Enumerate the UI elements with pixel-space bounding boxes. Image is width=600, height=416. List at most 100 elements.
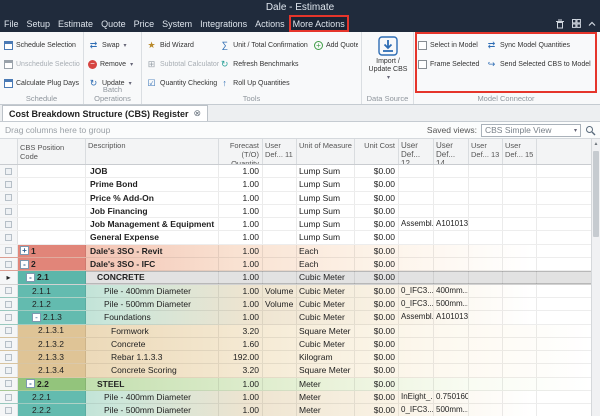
unit-cost-cell[interactable]: $0.00 [355,245,399,257]
user-def-12-cell[interactable] [399,258,434,270]
column-header-cost[interactable]: Unit Cost [355,139,399,164]
forecast-qty-cell[interactable]: 3.20 [219,364,263,376]
swap-button[interactable]: ⇄ Swap ▾ [88,36,138,55]
user-def-15-cell[interactable] [503,285,537,297]
user-def-14-cell[interactable] [434,378,469,390]
collapse-node-icon[interactable]: - [20,260,29,269]
add-quote-button[interactable]: + Add Quote [314,36,358,55]
unit-of-measure-cell[interactable]: Cubic Meter [297,298,355,310]
user-def-13-cell[interactable] [469,391,503,403]
tab-cbs-register[interactable]: Cost Breakdown Structure (CBS) Register … [2,105,208,121]
user-def-12-cell[interactable] [399,338,434,350]
unit-cost-cell[interactable]: $0.00 [355,218,399,230]
description-cell[interactable]: Price % Add-On [86,192,219,204]
description-cell[interactable]: Concrete Scoring [86,364,219,376]
unit-of-measure-cell[interactable]: Each [297,245,355,257]
collapse-node-icon[interactable]: - [26,379,35,388]
ribbon-tab-integrations[interactable]: Integrations [196,15,251,32]
user-def-12-cell[interactable] [399,245,434,257]
user-def-11-cell[interactable] [263,391,297,403]
sync-model-quantities-button[interactable]: ⇄ Sync Model Quantities [486,36,592,55]
scrollbar-thumb[interactable] [593,151,599,237]
user-def-12-cell[interactable] [399,205,434,217]
row-marker-cell[interactable] [0,338,18,350]
cbs-row-18[interactable]: 2.2.1Pile - 400mm Diameter1.00Meter$0.00… [0,391,591,404]
user-def-12-cell[interactable] [399,192,434,204]
forecast-qty-cell[interactable]: 1.00 [219,258,263,270]
unit-of-measure-cell[interactable]: Lump Sum [297,231,355,243]
user-def-15-cell[interactable] [503,192,537,204]
unit-cost-cell[interactable]: $0.00 [355,351,399,363]
user-def-11-cell[interactable] [263,231,297,243]
user-def-13-cell[interactable] [469,298,503,310]
user-def-12-cell[interactable] [399,325,434,337]
user-def-12-cell[interactable] [399,165,434,177]
user-def-14-cell[interactable]: 0.750160 [434,391,469,403]
user-def-15-cell[interactable] [503,205,537,217]
cbs-position-code-cell[interactable]: 2.1.3.2 [18,338,86,350]
column-header-uom[interactable]: Unit of Measure [297,139,355,164]
user-def-15-cell[interactable] [503,311,537,323]
user-def-15-cell[interactable] [503,378,537,390]
user-def-14-cell[interactable]: 500mm... [434,404,469,416]
user-def-11-cell[interactable] [263,351,297,363]
user-def-12-cell[interactable] [399,231,434,243]
user-def-13-cell[interactable] [469,165,503,177]
user-def-14-cell[interactable] [434,192,469,204]
search-icon[interactable] [585,125,596,136]
user-def-15-cell[interactable] [503,178,537,190]
description-cell[interactable]: Pile - 400mm Diameter [86,285,219,297]
row-marker-cell[interactable] [0,364,18,376]
ribbon-tab-system[interactable]: System [158,15,196,32]
column-header-qty[interactable]: Forecast (T/O) Quantity [219,139,263,164]
user-def-12-cell[interactable] [399,351,434,363]
user-def-13-cell[interactable] [469,271,503,283]
cbs-row-1[interactable]: JOB1.00Lump Sum$0.00 [0,165,591,178]
unit-of-measure-cell[interactable]: Kilogram [297,351,355,363]
select-in-model-checkbox[interactable]: Select in Model [418,36,486,55]
cbs-row-4[interactable]: Job Financing1.00Lump Sum$0.00 [0,205,591,218]
unit-cost-cell[interactable]: $0.00 [355,325,399,337]
cbs-position-code-cell[interactable] [18,231,86,243]
user-def-13-cell[interactable] [469,378,503,390]
user-def-14-cell[interactable] [434,178,469,190]
user-def-13-cell[interactable] [469,325,503,337]
user-def-12-cell[interactable]: InEight_... [399,391,434,403]
user-def-15-cell[interactable] [503,298,537,310]
send-selected-cbs-button[interactable]: ↪ Send Selected CBS to Model [486,55,592,74]
unit-of-measure-cell[interactable]: Cubic Meter [297,338,355,350]
user-def-15-cell[interactable] [503,404,537,416]
cbs-position-code-cell[interactable]: 2.2.2 [18,404,86,416]
refresh-benchmarks-button[interactable]: ↻ Refresh Benchmarks [219,55,314,74]
forecast-qty-cell[interactable]: 1.00 [219,205,263,217]
ribbon-tab-price[interactable]: Price [130,15,159,32]
cbs-row-5[interactable]: Job Management & Equipment1.00Lump Sum$0… [0,218,591,231]
description-cell[interactable]: Foundations [86,311,219,323]
unit-of-measure-cell[interactable]: Cubic Meter [297,271,355,283]
workspace-grid-icon[interactable] [572,19,581,28]
cbs-position-code-cell[interactable] [18,205,86,217]
user-def-14-cell[interactable] [434,245,469,257]
unit-of-measure-cell[interactable]: Lump Sum [297,178,355,190]
unit-of-measure-cell[interactable]: Cubic Meter [297,285,355,297]
collapse-node-icon[interactable]: - [32,313,41,322]
user-def-15-cell[interactable] [503,338,537,350]
description-cell[interactable]: Prime Bond [86,178,219,190]
row-marker-cell[interactable] [0,351,18,363]
user-def-15-cell[interactable] [503,391,537,403]
cbs-position-code-cell[interactable]: -2.2 [18,378,86,390]
unit-cost-cell[interactable]: $0.00 [355,231,399,243]
cbs-row-2[interactable]: Prime Bond1.00Lump Sum$0.00 [0,178,591,191]
forecast-qty-cell[interactable]: 1.00 [219,231,263,243]
user-def-14-cell[interactable] [434,205,469,217]
cbs-position-code-cell[interactable]: -2 [18,258,86,270]
description-cell[interactable]: General Expense [86,231,219,243]
unit-cost-cell[interactable]: $0.00 [355,178,399,190]
unit-cost-cell[interactable]: $0.00 [355,285,399,297]
cbs-row-7[interactable]: +1Dale's 3SO - Revit1.00Each$0.00 [0,245,591,258]
user-def-14-cell[interactable] [434,325,469,337]
user-def-15-cell[interactable] [503,351,537,363]
user-def-12-cell[interactable] [399,271,434,283]
user-def-13-cell[interactable] [469,178,503,190]
scroll-up-arrow-icon[interactable]: ▲ [592,139,600,149]
